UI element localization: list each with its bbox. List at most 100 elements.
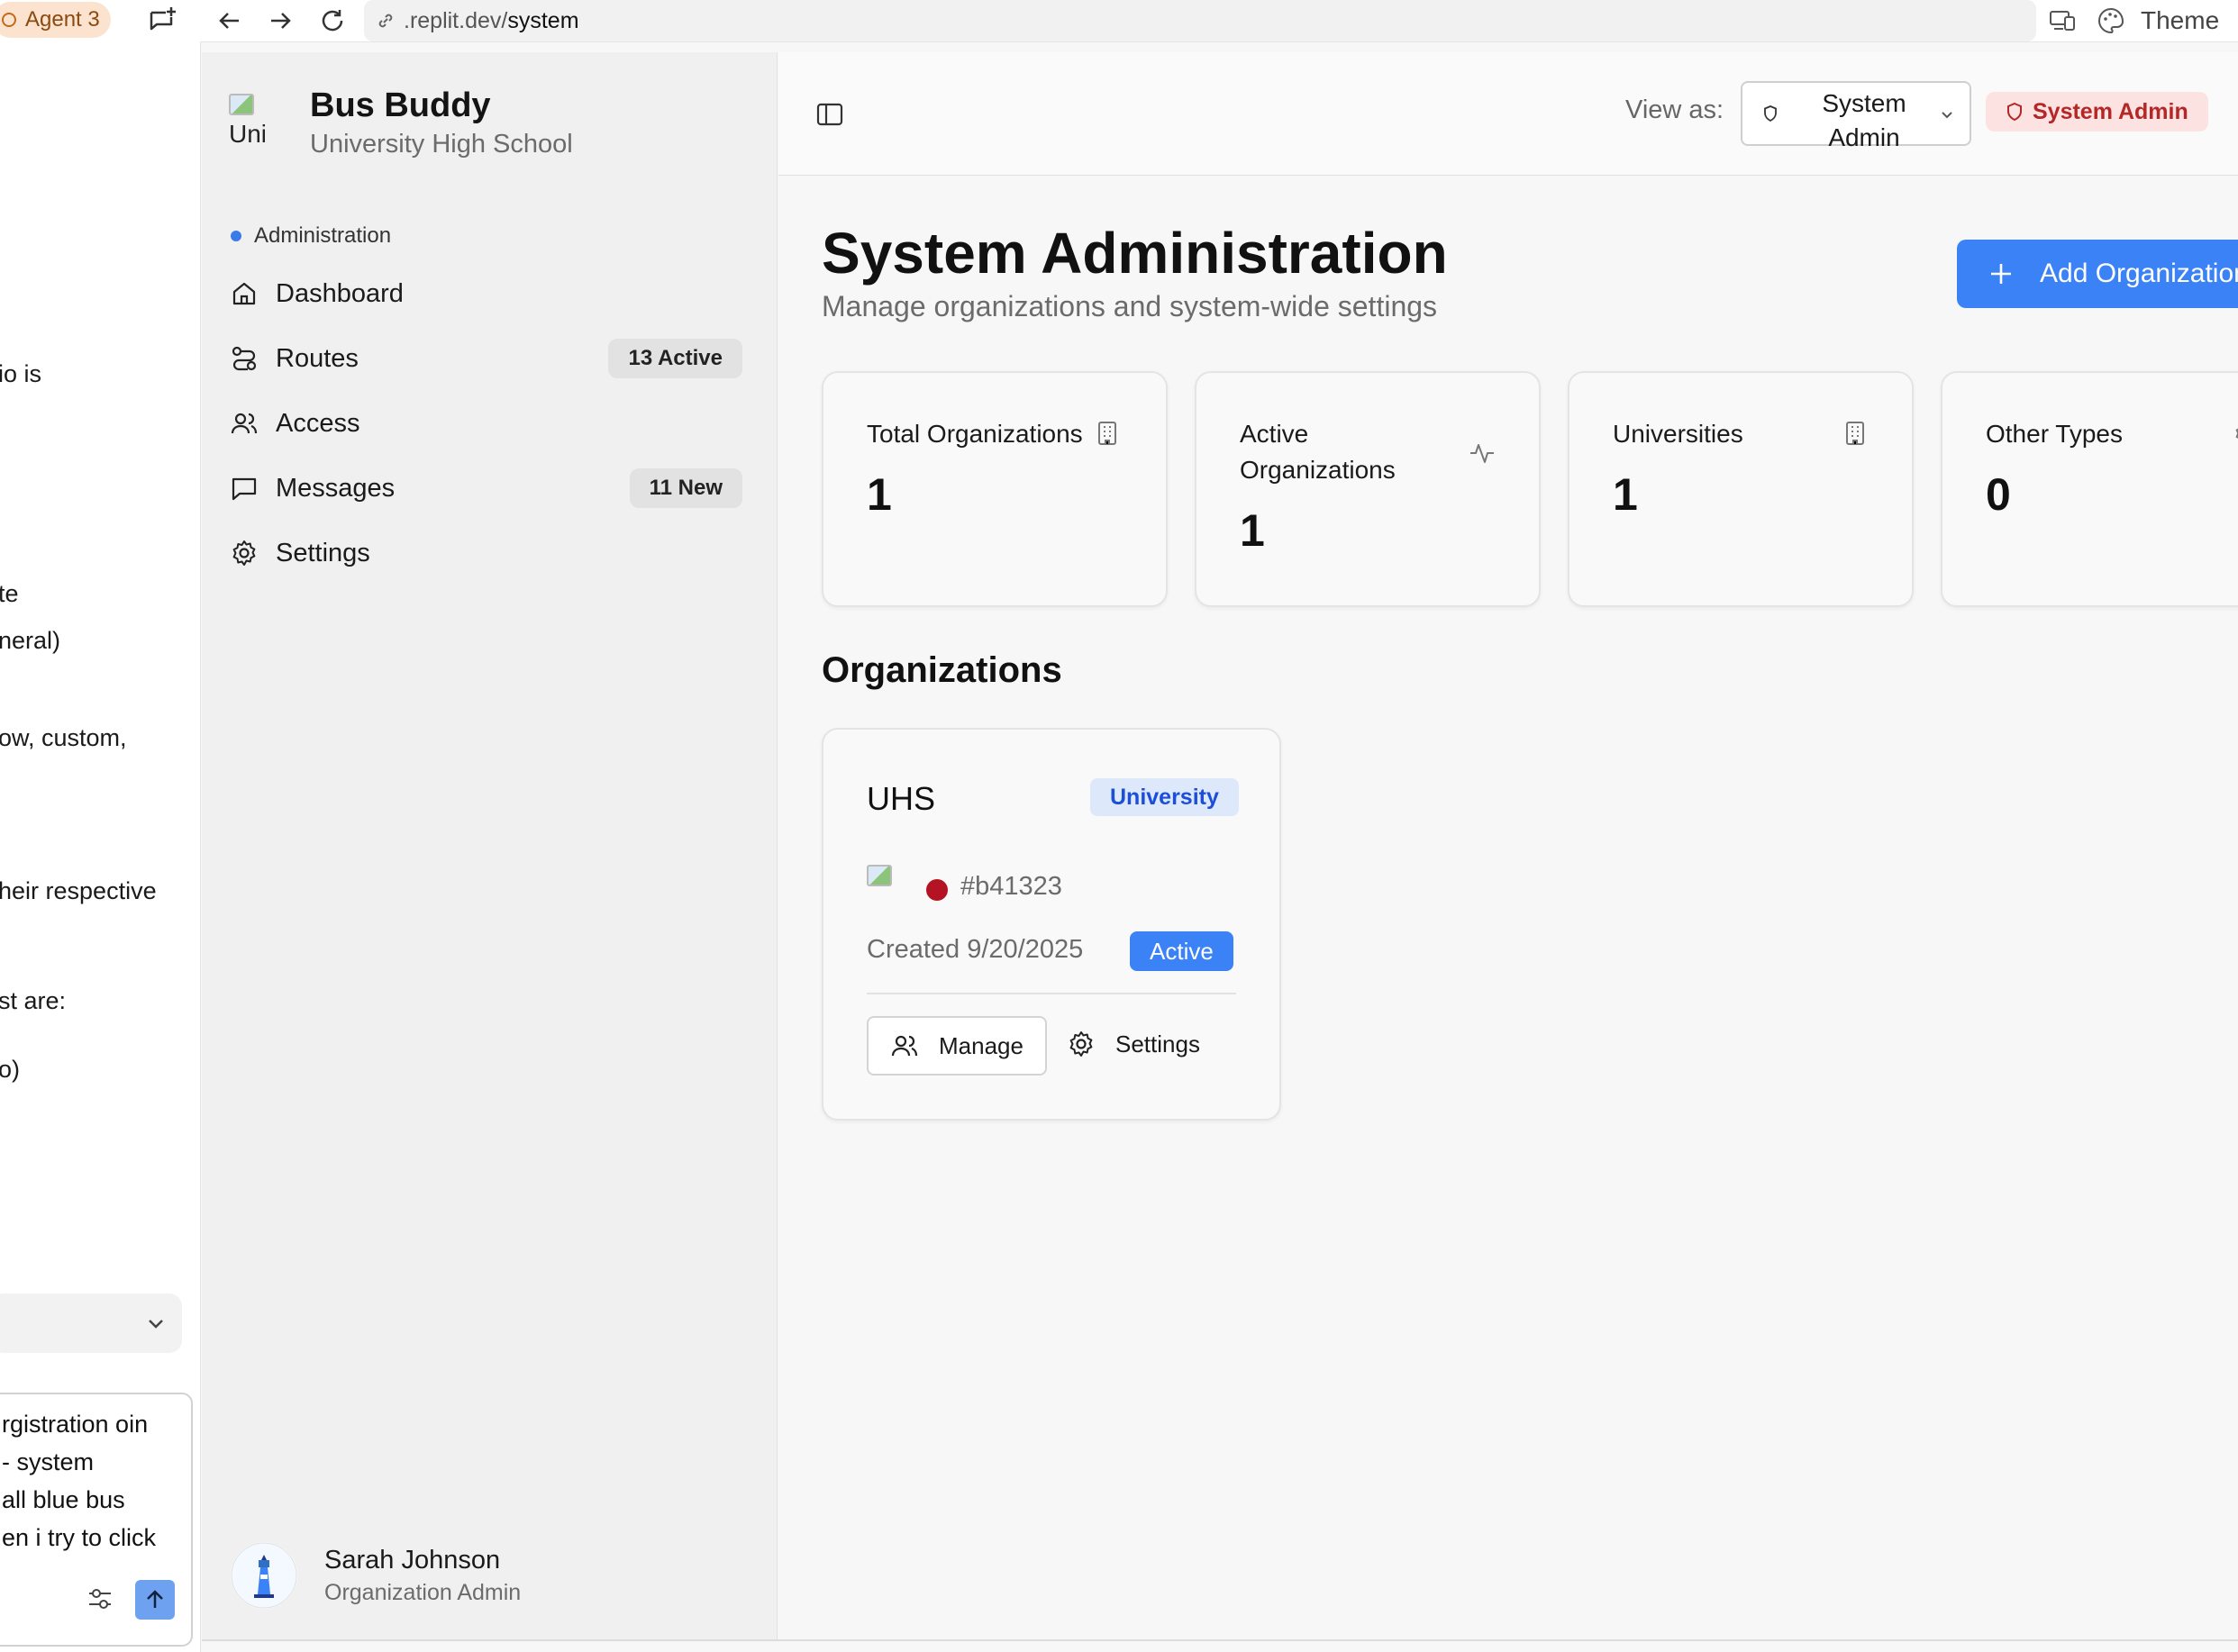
shield-icon xyxy=(1764,105,1777,123)
app-sidebar: Univ Bus Buddy University High School Ad… xyxy=(202,52,778,1641)
role-badge: System Admin xyxy=(1986,92,2208,132)
url-prefix: .replit.dev/ xyxy=(404,7,508,33)
chat-input-line: en i try to click xyxy=(2,1524,157,1551)
app-name: Bus Buddy xyxy=(310,86,491,124)
users-icon xyxy=(891,1035,918,1057)
chat-text-fragment: st are: xyxy=(0,987,67,1014)
broken-image-icon xyxy=(229,94,254,115)
activity-icon xyxy=(1470,444,1494,463)
view-as-select[interactable]: System Admin xyxy=(1741,81,1971,151)
organization-created-date: Created 9/20/2025 xyxy=(867,935,1084,964)
window-bottom-border xyxy=(202,1639,2238,1641)
logo-alt-text: Univ xyxy=(229,120,265,148)
shield-icon xyxy=(2007,102,2022,122)
organization-type-badge: University xyxy=(1090,778,1239,816)
user-avatar[interactable] xyxy=(231,1542,297,1609)
link-icon xyxy=(378,14,393,28)
sidebar-item-settings[interactable]: Settings xyxy=(229,528,742,578)
user-role: Organization Admin xyxy=(324,1580,522,1605)
section-dot xyxy=(231,231,241,241)
sidebar-item-access[interactable]: Access xyxy=(229,398,742,449)
chat-text-fragment: te xyxy=(0,580,19,607)
send-button[interactable] xyxy=(135,1580,175,1620)
organization-logo xyxy=(867,865,903,904)
back-icon[interactable] xyxy=(214,5,245,36)
reload-icon[interactable] xyxy=(317,5,348,36)
sidebar-toggle-icon[interactable] xyxy=(814,99,845,130)
arrow-up-icon xyxy=(147,1590,163,1608)
broken-image-icon xyxy=(867,865,892,886)
building-icon xyxy=(1098,422,1116,445)
stat-card-total-organizations: Total Organizations 1 xyxy=(822,371,1168,607)
chat-text-fragment: ow, custom, xyxy=(0,724,127,751)
plus-icon xyxy=(1991,264,2011,284)
lighthouse-avatar-icon xyxy=(231,1542,297,1609)
sidebar-item-dashboard[interactable]: Dashboard xyxy=(229,268,742,319)
chat-input-line: all blue bus xyxy=(2,1486,125,1513)
chat-text-fragment: io is xyxy=(0,360,42,387)
settings-label: Settings xyxy=(1115,1030,1200,1057)
stat-card-other-types: Other Types 0 xyxy=(1941,371,2238,607)
page-title: System Administration xyxy=(822,221,1448,286)
url-path: system xyxy=(507,7,579,33)
school-logo: Univ xyxy=(229,94,265,150)
chat-input-line: - system xyxy=(2,1448,95,1475)
stat-label: Universities xyxy=(1613,420,1743,448)
url-bar[interactable]: .replit.dev/system xyxy=(364,0,2036,41)
add-organization-button[interactable]: Add Organization xyxy=(1957,240,2238,308)
status-badge: Active xyxy=(1130,931,1233,971)
message-icon xyxy=(229,473,259,504)
collapsible-section[interactable] xyxy=(0,1293,182,1353)
chat-input-line: rgistration oin xyxy=(2,1411,149,1438)
sidebar-item-messages[interactable]: Messages 11 New xyxy=(229,463,742,513)
sidebar-item-label: Dashboard xyxy=(276,278,404,308)
stat-card-universities: Universities 1 xyxy=(1568,371,1914,607)
sidebar-item-label: Messages xyxy=(276,473,396,503)
manage-label: Manage xyxy=(939,1031,1023,1059)
gear-icon xyxy=(229,538,259,568)
chat-input[interactable]: rgistration oin - system all blue bus en… xyxy=(0,1393,193,1647)
view-as-label: View as: xyxy=(1625,95,1724,124)
add-organization-label: Add Organization xyxy=(2040,259,2238,288)
sidebar-item-label: Routes xyxy=(276,343,359,373)
organization-name: UHS xyxy=(867,780,936,817)
section-label-text: Administration xyxy=(254,223,392,248)
browser-bar: .replit.dev/system Theme xyxy=(204,0,2238,41)
agent-tab-label: Agent 3 xyxy=(25,7,100,32)
sidebar-item-routes[interactable]: Routes 13 Active xyxy=(229,333,742,384)
theme-button[interactable]: Theme xyxy=(2141,5,2219,36)
organization-settings-button[interactable]: Settings xyxy=(1067,1016,1200,1072)
gear-icon xyxy=(2235,428,2238,439)
chat-text-fragment: heir respective xyxy=(0,877,157,904)
stat-label: Other Types xyxy=(1986,420,2124,448)
palette-icon[interactable] xyxy=(2096,5,2126,36)
chevron-down-icon xyxy=(149,1320,163,1329)
chevron-down-icon xyxy=(1942,112,1952,119)
forward-icon[interactable] xyxy=(265,5,296,36)
sidebar-item-label: Settings xyxy=(276,538,370,567)
devices-icon[interactable] xyxy=(2047,5,2078,36)
stat-value: 1 xyxy=(1240,505,1265,556)
role-badge-label: System Admin xyxy=(2033,98,2188,124)
school-name: University High School xyxy=(310,130,573,159)
stat-value: 1 xyxy=(1613,469,1638,520)
route-icon xyxy=(229,343,259,374)
view-as-value: System Admin xyxy=(1822,89,1906,151)
user-name: Sarah Johnson xyxy=(324,1546,501,1575)
gear-icon xyxy=(1069,1031,1093,1057)
messages-badge: 11 New xyxy=(629,468,742,508)
manage-button[interactable]: Manage xyxy=(867,1016,1047,1076)
sidebar-item-label: Access xyxy=(276,408,360,438)
new-chat-icon[interactable] xyxy=(144,4,180,40)
agent-tab[interactable]: Agent 3 xyxy=(0,2,111,38)
agent-icon xyxy=(2,13,16,27)
organization-color-label: #b41323 xyxy=(960,872,1062,901)
sidebar-section-label: Administration xyxy=(231,223,391,249)
organization-color-swatch xyxy=(926,879,948,901)
page-subtitle: Manage organizations and system-wide set… xyxy=(822,290,1438,322)
main-header: View as: System Admin System Admin xyxy=(778,52,2238,176)
sliders-icon[interactable] xyxy=(85,1584,115,1614)
stat-value: 1 xyxy=(867,469,892,520)
divider xyxy=(867,993,1236,994)
agent-chat-panel: io is te neral) ow, custom, heir respect… xyxy=(0,41,201,1652)
